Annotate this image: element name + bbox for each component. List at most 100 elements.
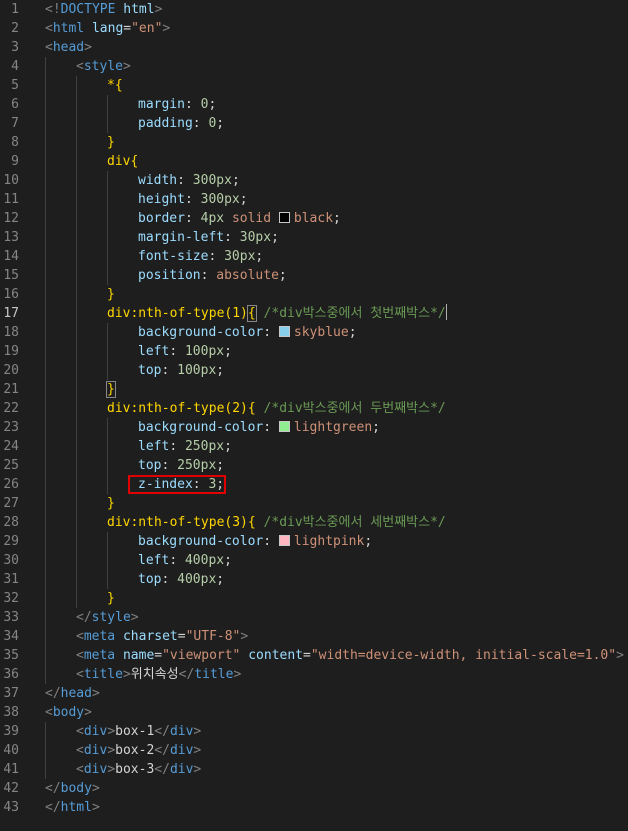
color-swatch-icon[interactable] xyxy=(278,421,290,432)
code-line[interactable]: 7 padding: 0; xyxy=(0,114,628,133)
code-line[interactable]: 11 height: 300px; xyxy=(0,190,628,209)
code-line[interactable]: 8} xyxy=(0,133,628,152)
line-number: 4 xyxy=(11,59,19,74)
code-text: <div>box-3</div> xyxy=(76,760,201,779)
line-number: 34 xyxy=(3,629,19,644)
indent-guide xyxy=(76,418,77,437)
code-line[interactable]: 29 background-color: lightpink; xyxy=(0,532,628,551)
code-token: absolute xyxy=(216,268,279,283)
code-text: <head> xyxy=(45,38,92,57)
code-line[interactable]: 22 div:nth-of-type(2){ /*div박스중에서 두번째박스*/ xyxy=(0,399,628,418)
code-token: : xyxy=(263,420,279,435)
code-line[interactable]: 32} xyxy=(0,589,628,608)
code-line[interactable]: 34 <meta charset="UTF-8"> xyxy=(0,627,628,646)
code-token: : xyxy=(169,344,185,359)
color-swatch-icon[interactable] xyxy=(278,326,290,337)
line-number: 18 xyxy=(3,325,19,340)
code-token: : xyxy=(224,230,240,245)
code-line[interactable]: 3 <head> xyxy=(0,38,628,57)
code-token: lang xyxy=(91,21,124,36)
code-token: /*div박스중에서 두번째박스*/ xyxy=(263,401,446,416)
code-line[interactable]: 5 *{ xyxy=(0,76,628,95)
code-line[interactable]: 38 <body> xyxy=(0,703,628,722)
code-line[interactable]: 30 left: 400px; xyxy=(0,551,628,570)
code-line[interactable]: 36 <title>위치속성</title> xyxy=(0,665,628,684)
code-token: } xyxy=(106,381,116,398)
code-token: margin xyxy=(138,97,185,112)
indent-guide xyxy=(76,513,77,532)
code-line[interactable]: 26 z-index: 3; xyxy=(0,475,628,494)
code-line[interactable]: 13 margin-left: 30px; xyxy=(0,228,628,247)
color-swatch-icon[interactable] xyxy=(278,212,290,223)
code-line[interactable]: 39 <div>box-1</div> xyxy=(0,722,628,741)
code-line[interactable]: 42 </body> xyxy=(0,779,628,798)
code-line[interactable]: 14 font-size: 30px; xyxy=(0,247,628,266)
code-line[interactable]: 28 div:nth-of-type(3){ /*div박스중에서 세번째박스*/ xyxy=(0,513,628,532)
code-token: > xyxy=(91,781,100,796)
code-line[interactable]: 4 <style> xyxy=(0,57,628,76)
code-text: *{ xyxy=(107,76,123,95)
code-line[interactable]: 37 </head> xyxy=(0,684,628,703)
code-token: ; xyxy=(216,116,225,131)
code-line[interactable]: 23 background-color: lightgreen; xyxy=(0,418,628,437)
line-number: 33 xyxy=(3,610,19,625)
code-line[interactable]: 25 top: 250px; xyxy=(0,456,628,475)
code-token: 400px xyxy=(177,572,217,587)
code-line[interactable]: 15 position: absolute; xyxy=(0,266,628,285)
code-text: </html> xyxy=(45,798,100,817)
code-text: top: 400px; xyxy=(138,570,224,589)
indent-guide xyxy=(76,76,77,95)
code-line[interactable]: 27} xyxy=(0,494,628,513)
code-line[interactable]: 18 background-color: skyblue; xyxy=(0,323,628,342)
line-number: 22 xyxy=(3,401,19,416)
code-token: 100px xyxy=(184,344,225,359)
indent-guide xyxy=(45,437,46,456)
code-editor[interactable]: 1 <!DOCTYPE html> 2 <html lang="en"> 3 <head>… xyxy=(0,0,628,831)
line-number: 17 xyxy=(3,306,19,321)
code-line[interactable]: 17 div:nth-of-type(1){ /*div박스중에서 첫번째박스*/ xyxy=(0,304,628,323)
color-swatch-icon[interactable] xyxy=(278,535,290,546)
code-token: { xyxy=(130,154,139,169)
code-line[interactable]: 43 </html> xyxy=(0,798,628,817)
code-token: } xyxy=(107,496,115,511)
code-line[interactable]: 40 <div>box-2</div> xyxy=(0,741,628,760)
code-line[interactable]: 35 <meta name="viewport" content="width=d… xyxy=(0,646,628,665)
indent-guide xyxy=(76,114,77,133)
code-line[interactable]: 24 left: 250px; xyxy=(0,437,628,456)
code-line[interactable]: 33 </style> xyxy=(0,608,628,627)
code-token: </ xyxy=(45,686,61,701)
code-line[interactable]: 19 left: 100px; xyxy=(0,342,628,361)
code-line[interactable]: 2 <html lang="en"> xyxy=(0,19,628,38)
code-text: <meta name="viewport" content="width=dev… xyxy=(76,646,624,665)
code-token: font-size xyxy=(138,249,209,264)
code-line[interactable]: 1 <!DOCTYPE html> xyxy=(0,0,628,19)
code-line[interactable]: 9 div{ xyxy=(0,152,628,171)
code-line[interactable]: 10 width: 300px; xyxy=(0,171,628,190)
line-number: 19 xyxy=(3,344,19,359)
indent-guide xyxy=(76,399,77,418)
annotation-highlight-box xyxy=(128,475,226,494)
code-line[interactable]: 31 top: 400px; xyxy=(0,570,628,589)
code-line[interactable]: 6 margin: 0; xyxy=(0,95,628,114)
code-line[interactable]: 16} xyxy=(0,285,628,304)
code-token: { xyxy=(247,401,256,416)
code-line[interactable]: 41 <div>box-3</div> xyxy=(0,760,628,779)
code-token: border xyxy=(138,211,185,226)
indent-guide xyxy=(45,513,46,532)
code-line[interactable]: 20 top: 100px; xyxy=(0,361,628,380)
code-token: left xyxy=(138,344,170,359)
code-token: padding xyxy=(138,116,193,131)
code-token: position xyxy=(138,268,201,283)
line-number: 2 xyxy=(11,21,19,36)
code-token: 30px xyxy=(224,249,256,264)
code-token: > xyxy=(107,762,116,777)
code-text: font-size: 30px; xyxy=(138,247,263,266)
code-token: div:nth-of-type(3) xyxy=(107,515,248,530)
code-line[interactable]: 21} xyxy=(0,380,628,399)
indent-guide xyxy=(107,361,108,380)
line-number: 10 xyxy=(3,173,19,188)
code-line[interactable]: 12 border: 4px solid black; xyxy=(0,209,628,228)
